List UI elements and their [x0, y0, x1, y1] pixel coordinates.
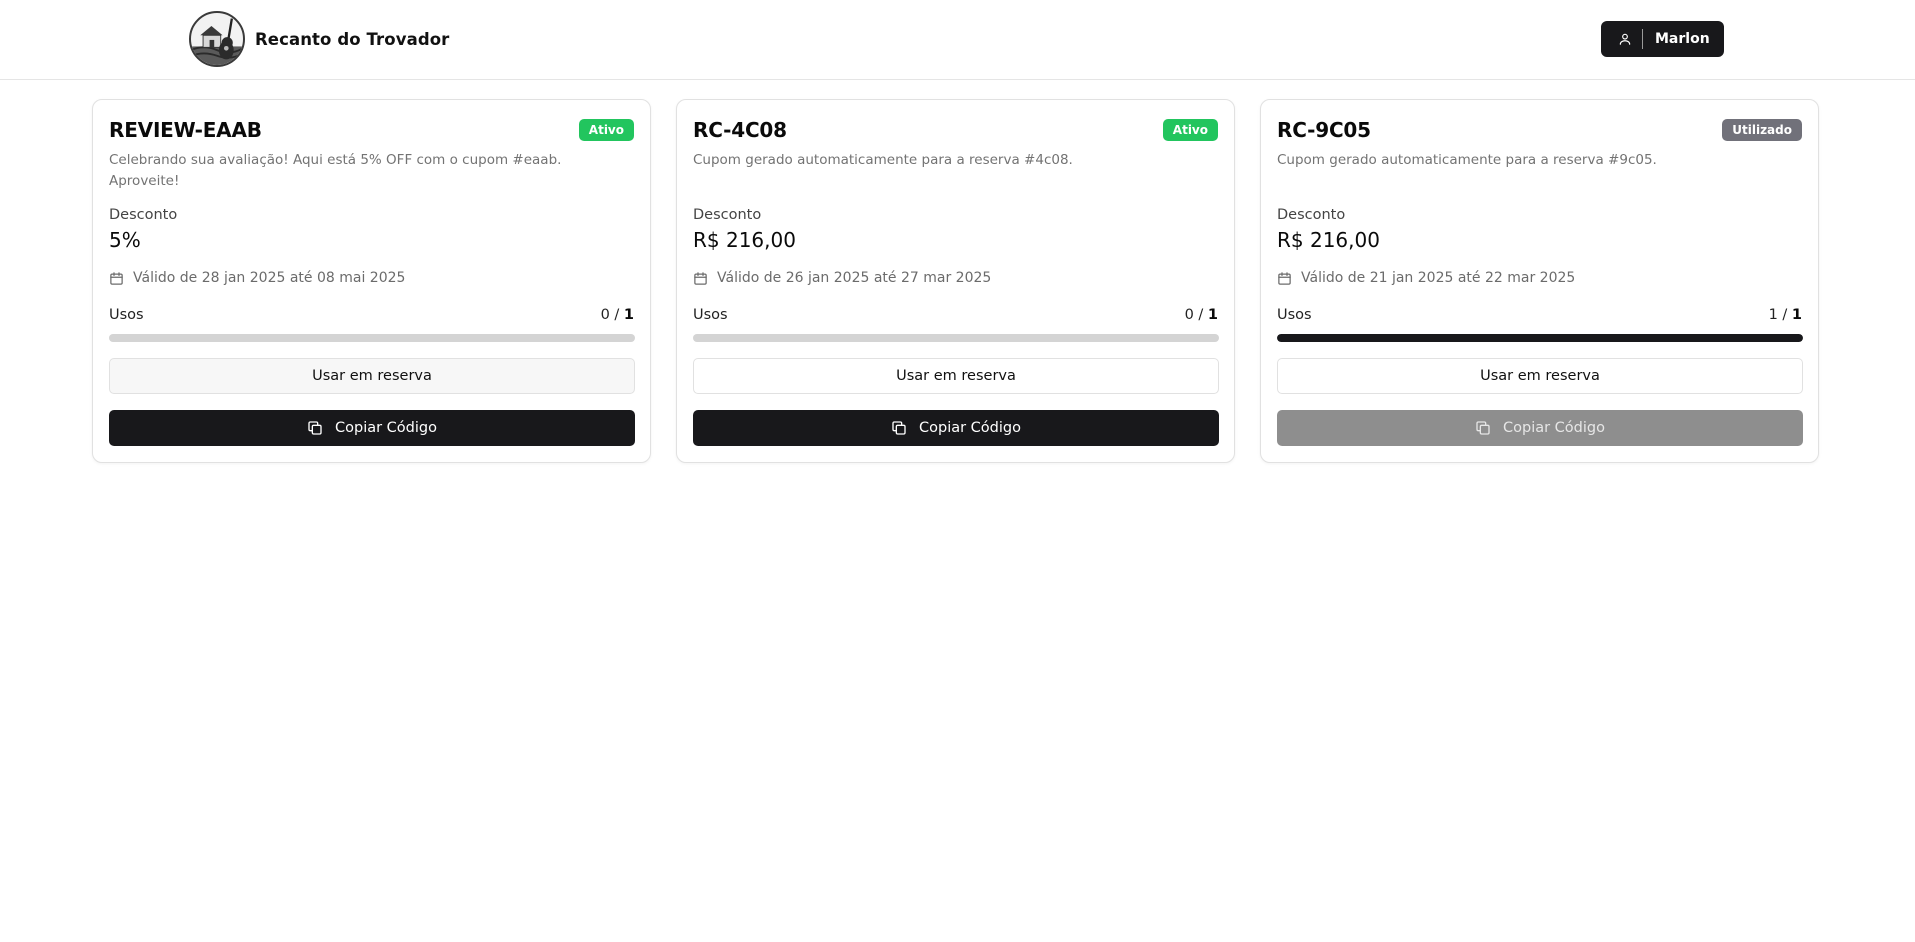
uses-count: 0 / 1: [1185, 307, 1218, 323]
discount-label: Desconto: [109, 207, 178, 223]
use-in-reservation-button[interactable]: Usar em reserva: [693, 358, 1219, 394]
usage-progress-bar: [109, 334, 635, 342]
calendar-icon: [109, 271, 124, 286]
usage-progress-fill: [1277, 334, 1803, 342]
coupon-description: Celebrando sua avaliação! Aqui está 5% O…: [109, 152, 562, 189]
copy-code-label: Copiar Código: [919, 420, 1021, 436]
uses-used: 1: [1768, 307, 1778, 323]
coupon-card: REVIEW-EAAB Ativo Celebrando sua avaliaç…: [92, 99, 651, 463]
coupon-card: RC-9C05 Utilizado Cupom gerado automatic…: [1260, 99, 1819, 463]
coupon-description: Cupom gerado automaticamente para a rese…: [1277, 152, 1657, 168]
use-in-reservation-button[interactable]: Usar em reserva: [109, 358, 635, 394]
user-divider: [1642, 29, 1643, 49]
uses-total: 1: [1791, 307, 1802, 323]
usage-progress-bar: [693, 334, 1219, 342]
uses-total: 1: [1207, 307, 1218, 323]
top-header: Recanto do Trovador Marlon: [0, 0, 1915, 80]
uses-separator: /: [1777, 307, 1792, 323]
discount-label: Desconto: [693, 207, 762, 223]
copy-code-button[interactable]: Copiar Código: [693, 410, 1219, 446]
user-icon: [1608, 21, 1642, 57]
copy-icon: [891, 420, 907, 436]
validity-period: Válido de 28 jan 2025 até 08 mai 2025: [109, 270, 405, 286]
uses-label: Usos: [693, 307, 728, 323]
validity-text: Válido de 21 jan 2025 até 22 mar 2025: [1301, 270, 1576, 286]
brand[interactable]: Recanto do Trovador: [189, 11, 449, 67]
usage-progress-bar: [1277, 334, 1803, 342]
coupon-list: REVIEW-EAAB Ativo Celebrando sua avaliaç…: [92, 99, 1819, 463]
status-badge: Ativo: [1162, 119, 1218, 141]
discount-value: 5%: [109, 228, 141, 252]
coupon-code: RC-9C05: [1277, 118, 1371, 142]
user-name: Marlon: [1655, 31, 1710, 47]
validity-period: Válido de 26 jan 2025 até 27 mar 2025: [693, 270, 991, 286]
calendar-icon: [693, 271, 708, 286]
discount-value: R$ 216,00: [1277, 228, 1380, 252]
uses-total: 1: [623, 307, 634, 323]
copy-code-label: Copiar Código: [1503, 420, 1605, 436]
uses-count: 1 / 1: [1769, 307, 1802, 323]
uses-label: Usos: [109, 307, 144, 323]
status-badge: Ativo: [578, 119, 634, 141]
copy-icon: [307, 420, 323, 436]
use-in-reservation-button[interactable]: Usar em reserva: [1277, 358, 1803, 394]
copy-code-button[interactable]: Copiar Código: [1277, 410, 1803, 446]
coupon-code: RC-4C08: [693, 118, 787, 142]
guitar-farmhouse-logo: [189, 11, 245, 67]
uses-used: 0: [600, 307, 610, 323]
validity-text: Válido de 28 jan 2025 até 08 mai 2025: [133, 270, 406, 286]
status-badge: Utilizado: [1722, 119, 1802, 141]
user-menu-button[interactable]: Marlon: [1601, 21, 1724, 57]
uses-count: 0 / 1: [601, 307, 634, 323]
uses-used: 0: [1184, 307, 1194, 323]
discount-value: R$ 216,00: [693, 228, 796, 252]
copy-code-label: Copiar Código: [335, 420, 437, 436]
validity-period: Válido de 21 jan 2025 até 22 mar 2025: [1277, 270, 1575, 286]
validity-text: Válido de 26 jan 2025 até 27 mar 2025: [717, 270, 992, 286]
brand-name: Recanto do Trovador: [255, 29, 450, 49]
coupon-description: Cupom gerado automaticamente para a rese…: [693, 152, 1073, 168]
calendar-icon: [1277, 271, 1292, 286]
copy-icon: [1475, 420, 1491, 436]
discount-label: Desconto: [1277, 207, 1346, 223]
coupon-card: RC-4C08 Ativo Cupom gerado automaticamen…: [676, 99, 1235, 463]
copy-code-button[interactable]: Copiar Código: [109, 410, 635, 446]
uses-separator: /: [609, 307, 624, 323]
uses-label: Usos: [1277, 307, 1312, 323]
coupon-code: REVIEW-EAAB: [109, 118, 262, 142]
uses-separator: /: [1193, 307, 1208, 323]
